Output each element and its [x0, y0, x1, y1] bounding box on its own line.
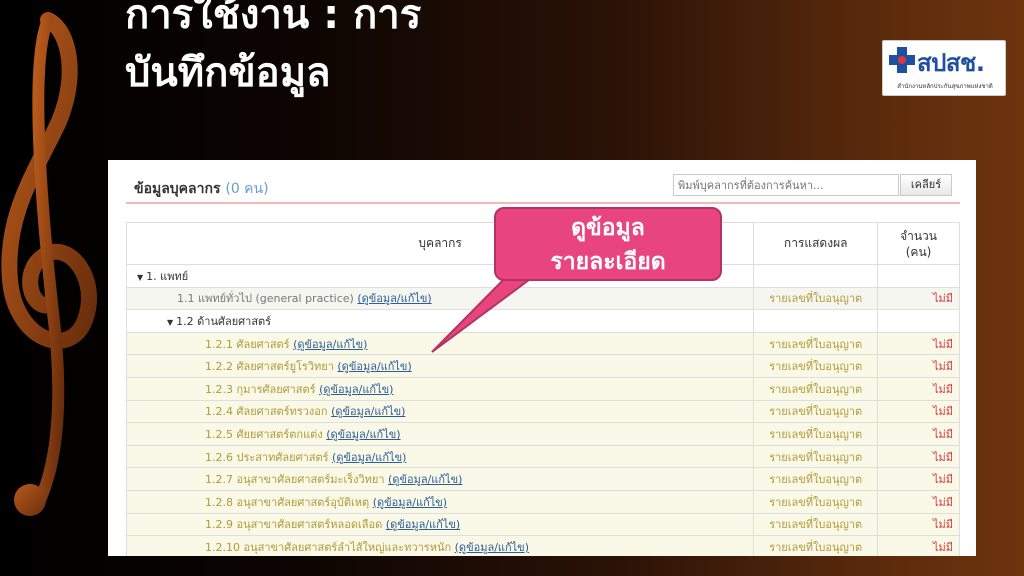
- health-cross-icon: [889, 47, 915, 73]
- panel-title: ข้อมูลบุคลากร: [134, 181, 221, 197]
- display-cell: รายเลขที่ใบอนุญาต: [753, 422, 879, 446]
- display-cell: รายเลขที่ใบอนุญาต: [753, 286, 879, 311]
- view-edit-link[interactable]: (ดูข้อมูล/แก้ไข): [455, 541, 529, 554]
- count-cell: ไม่มี: [877, 489, 960, 514]
- count-cell: ไม่มี: [877, 467, 960, 491]
- view-edit-link[interactable]: (ดูข้อมูล/แก้ไข): [373, 496, 447, 509]
- table-row: 1.2.10 อนุสาขาศัลยศาสตร์ลำไส้ใหญ่และทวาร…: [125, 535, 960, 556]
- callout-line-2: รายละเอียด: [550, 249, 666, 275]
- logo-subtitle: สำนักงานหลักประกันสุขภาพแห่งชาติ: [897, 83, 993, 90]
- view-details-callout: ดูข้อมูล รายละเอียด: [494, 207, 722, 281]
- count-cell: [877, 309, 960, 333]
- personnel-label: 1.2.7 อนุสาขาศัลยศาสตร์มะเร็งวิทยา: [205, 473, 385, 487]
- display-cell: รายเลขที่ใบอนุญาต: [753, 489, 879, 514]
- display-cell: รายเลขที่ใบอนุญาต: [753, 331, 879, 356]
- count-cell: ไม่มี: [877, 376, 960, 401]
- view-edit-link[interactable]: (ดูข้อมูล/แก้ไข): [337, 360, 411, 373]
- display-cell: รายเลขที่ใบอนุญาต: [753, 467, 879, 491]
- display-cell: รายเลขที่ใบอนุญาต: [753, 376, 879, 401]
- logo-text: สปสช.: [917, 49, 985, 77]
- count-cell: ไม่มี: [877, 444, 960, 469]
- view-edit-link[interactable]: (ดูข้อมูล/แก้ไข): [331, 405, 405, 418]
- clear-button[interactable]: เคลียร์: [900, 174, 952, 196]
- table-row: 1.2.7 อนุสาขาศัลยศาสตร์มะเร็งวิทยา (ดูข้…: [125, 467, 960, 491]
- view-edit-link[interactable]: (ดูข้อมูล/แก้ไข): [293, 338, 367, 351]
- personnel-label: 1.2.5 ศัยยศาสตร์ตกแต่ง: [205, 427, 323, 441]
- personnel-label: 1.2.2 ศัลยศาสตร์ยูโรวิทยา: [205, 360, 334, 374]
- display-cell: รายเลขที่ใบอนุญาต: [753, 535, 879, 556]
- personnel-cell: 1.2.9 อนุสาขาศัลยศาสตร์หลอดเลือด (ดูข้อม…: [125, 512, 755, 537]
- column-header-count: จำนวน (คน): [877, 222, 960, 265]
- expand-toggle-icon[interactable]: ▼: [137, 273, 143, 282]
- view-edit-link[interactable]: (ดูข้อมูล/แก้ไข): [326, 428, 400, 441]
- view-edit-link[interactable]: (ดูข้อมูล/แก้ไข): [386, 518, 460, 531]
- slide-title: การใช้งาน : การ บันทึกข้อมูล: [125, 0, 845, 102]
- table-row: 1.2.3 กุมารศัลยศาสตร์ (ดูข้อมูล/แก้ไข) รา…: [125, 376, 960, 401]
- personnel-cell: 1.2.7 อนุสาขาศัลยศาสตร์มะเร็งวิทยา (ดูข้…: [125, 467, 755, 491]
- count-cell: ไม่มี: [877, 354, 960, 378]
- personnel-label: 1.2 ด้านศัลยศาสตร์: [176, 314, 272, 328]
- count-cell: ไม่มี: [877, 422, 960, 446]
- display-cell: รายเลขที่ใบอนุญาต: [753, 512, 879, 537]
- display-cell: รายเลขที่ใบอนุญาต: [753, 399, 879, 424]
- personnel-cell: 1.2.6 ประสาทศัลยศาสตร์ (ดูข้อมูล/แก้ไข): [125, 444, 755, 469]
- personnel-label: 1.2.10 อนุสาขาศัลยศาสตร์ลำไส้ใหญ่และทวาร…: [205, 540, 452, 554]
- table-row: 1.2.8 อนุสาขาศัลยศาสตร์อุบัติเหตุ (ดูข้อ…: [125, 489, 960, 514]
- header-divider: [126, 202, 960, 204]
- count-cell: ไม่มี: [877, 399, 960, 424]
- slide-title-line-2: บันทึกข้อมูล: [125, 50, 331, 96]
- nhso-logo: สปสช. สำนักงานหลักประกันสุขภาพแห่งชาติ: [882, 40, 1006, 96]
- callout-pointer: [431, 268, 547, 353]
- table-row: 1.2.4 ศัลยศาสตร์ทรวงอก (ดูข้อมูล/แก้ไข) ร…: [125, 399, 960, 424]
- panel-header: ข้อมูลบุคลากร (0 คน): [134, 178, 269, 200]
- personnel-label: 1.2.8 อนุสาขาศัลยศาสตร์อุบัติเหตุ: [205, 495, 370, 509]
- view-edit-link[interactable]: (ดูข้อมูล/แก้ไข): [388, 473, 462, 486]
- personnel-label: 1.2.4 ศัลยศาสตร์ทรวงอก: [205, 405, 328, 419]
- count-cell: ไม่มี: [877, 331, 960, 356]
- panel-count: (0 คน): [225, 181, 269, 197]
- table-row: 1.2.5 ศัยยศาสตร์ตกแต่ง (ดูข้อมูล/แก้ไข) ร…: [125, 422, 960, 446]
- personnel-label: 1.2.6 ประสาทศัลยศาสตร์: [205, 450, 329, 464]
- count-cell: ไม่มี: [877, 535, 960, 556]
- personnel-cell: 1.2.4 ศัลยศาสตร์ทรวงอก (ดูข้อมูล/แก้ไข): [125, 399, 755, 424]
- personnel-cell: 1.2.8 อนุสาขาศัลยศาสตร์อุบัติเหตุ (ดูข้อ…: [125, 489, 755, 514]
- callout-line-1: ดูข้อมูล: [571, 215, 645, 241]
- table-row: 1.2.6 ประสาทศัลยศาสตร์ (ดูข้อมูล/แก้ไข) ร…: [125, 444, 960, 469]
- count-cell: ไม่มี: [877, 286, 960, 311]
- view-edit-link[interactable]: (ดูข้อมูล/แก้ไข): [319, 383, 393, 396]
- personnel-cell: 1.2.5 ศัยยศาสตร์ตกแต่ง (ดูข้อมูล/แก้ไข): [125, 422, 755, 446]
- display-cell: รายเลขที่ใบอนุญาต: [753, 354, 879, 378]
- slide-title-line-1: การใช้งาน : การ: [125, 0, 422, 38]
- personnel-label: 1.2.1 ศัลยศาสตร์: [205, 337, 290, 351]
- display-cell: [753, 264, 879, 288]
- view-edit-link[interactable]: (ดูข้อมูล/แก้ไข): [332, 451, 406, 464]
- table-row: 1.2.9 อนุสาขาศัลยศาสตร์หลอดเลือด (ดูข้อม…: [125, 512, 960, 537]
- personnel-label: 1.2.9 อนุสาขาศัลยศาสตร์หลอดเลือด: [205, 518, 383, 532]
- personnel-search-input[interactable]: [673, 174, 899, 196]
- display-cell: [753, 309, 879, 333]
- column-header-count-text: จำนวน (คน): [900, 228, 937, 259]
- personnel-cell: 1.2.10 อนุสาขาศัลยศาสตร์ลำไส้ใหญ่และทวาร…: [125, 535, 755, 556]
- personnel-label: 1.2.3 กุมารศัลยศาสตร์: [205, 382, 316, 396]
- treble-clef-decoration: [1, 12, 97, 516]
- personnel-cell: 1.2.3 กุมารศัลยศาสตร์ (ดูข้อมูล/แก้ไข): [125, 376, 755, 401]
- count-cell: [877, 264, 960, 288]
- personnel-label: 1. แพทย์: [146, 269, 189, 283]
- expand-toggle-icon[interactable]: ▼: [167, 318, 173, 327]
- column-header-display: การแสดงผล: [753, 222, 879, 265]
- display-cell: รายเลขที่ใบอนุญาต: [753, 444, 879, 469]
- personnel-label: 1.1 แพทย์ทั่วไป (general practice): [177, 292, 354, 306]
- count-cell: ไม่มี: [877, 512, 960, 537]
